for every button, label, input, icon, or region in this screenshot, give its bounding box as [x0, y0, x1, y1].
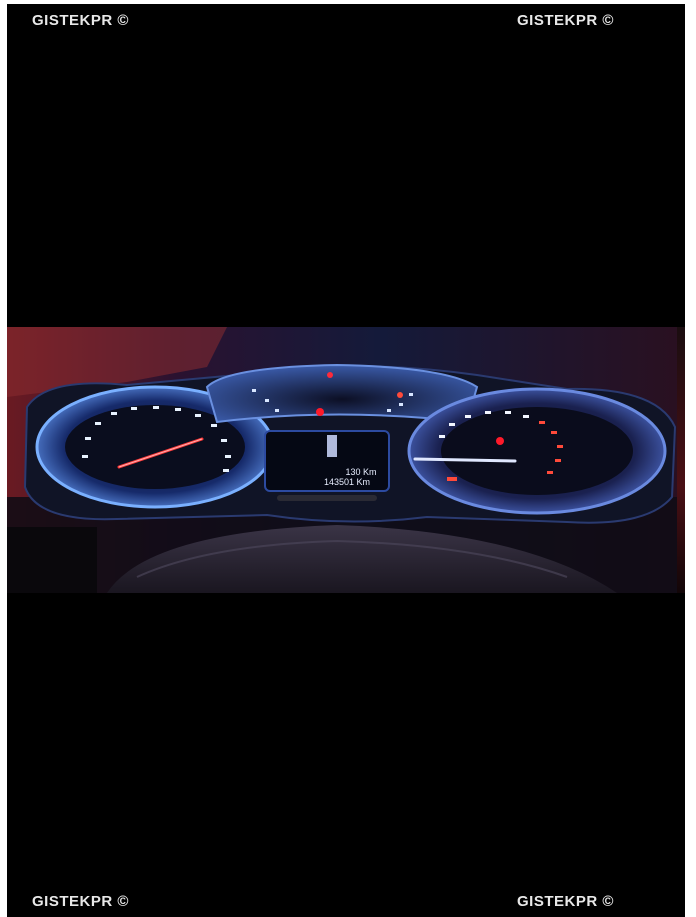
watermark-bottom-left: GISTEKPR © — [32, 893, 129, 910]
watermark-bottom-right: GISTEKPR © — [517, 893, 614, 910]
dashboard-photo: 130 Km 143501 Km — [7, 327, 685, 593]
range-readout: 130 Km — [345, 467, 376, 477]
watermark-top-left: GISTEKPR © — [32, 12, 129, 29]
dashboard-illustration: 130 Km 143501 Km — [7, 327, 685, 593]
watermark-top-right: GISTEKPR © — [517, 12, 614, 29]
odometer-readout: 143501 Km — [324, 477, 370, 487]
photo-edge-strip — [677, 327, 685, 593]
right-border — [685, 0, 696, 917]
left-border — [0, 0, 7, 917]
